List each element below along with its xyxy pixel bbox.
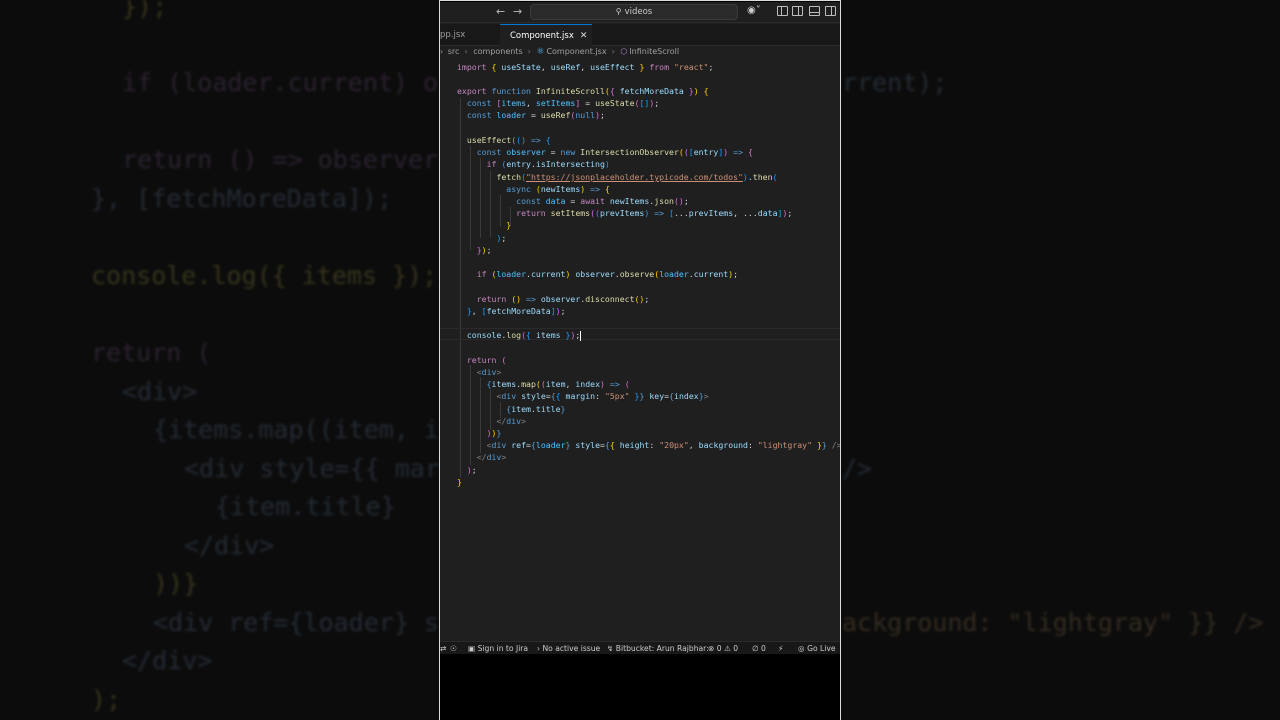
tab-app[interactable]: pp.jsx	[440, 24, 500, 46]
crumb-chevron-icon: ›	[440, 47, 444, 56]
video-frame: ← → ⚲ videos ◉˅ pp.jsx Component.jsx ✕ › s…	[439, 0, 841, 720]
code-line: if (entry.isIntersecting)	[486, 159, 610, 169]
code-line: {items.map((item, index) => (	[486, 379, 630, 389]
vscode-window: ← → ⚲ videos ◉˅ pp.jsx Component.jsx ✕ › s…	[440, 2, 840, 654]
toggle-secondary-sidebar-icon[interactable]	[825, 6, 836, 16]
ports-status[interactable]: ∅ 0	[752, 642, 766, 654]
code-line: <div>	[476, 367, 502, 377]
code-line: }	[457, 477, 462, 487]
arrow-right-icon[interactable]: →	[513, 5, 522, 18]
code-line: return (	[466, 355, 507, 365]
code-line: ))}	[486, 428, 502, 438]
code-line: );	[496, 233, 507, 243]
search-icon: ⚲	[615, 7, 622, 16]
title-bar: ← → ⚲ videos ◉˅	[440, 2, 840, 23]
bell-icon[interactable]: ⚡	[778, 642, 783, 654]
code-line: const data = await newItems.json();	[516, 196, 689, 206]
copilot-icon[interactable]: ◉˅	[747, 5, 761, 16]
error-icon: ⊗	[708, 644, 715, 653]
close-icon[interactable]: ✕	[580, 31, 588, 41]
react-icon: ⚛	[536, 47, 545, 57]
code-line: <div ref={loader} style={{ height: "20px…	[486, 440, 840, 450]
arrow-left-icon[interactable]: ←	[496, 5, 505, 18]
jira-issue[interactable]: › No active issue	[537, 642, 600, 654]
breadcrumb-file[interactable]: Component.jsx	[546, 47, 606, 56]
status-bar: ⇄ ☉ ▣ Sign in to Jira › No active issue …	[440, 641, 840, 654]
breadcrumb-src[interactable]: src	[448, 47, 460, 56]
symbol-icon: ⬡	[620, 47, 628, 56]
chevron-right-icon: ›	[537, 644, 541, 653]
ports-icon: ∅	[752, 644, 759, 653]
code-line: );	[466, 465, 477, 475]
eye-icon[interactable]: ☉	[450, 642, 457, 654]
code-line: import { useState, useRef, useEffect } f…	[457, 62, 714, 72]
code-line: return () => observer.disconnect();	[476, 294, 650, 304]
breadcrumb: › src › components › ⚛ Component.jsx › ⬡ Infi…	[440, 47, 680, 57]
code-line: </div>	[476, 452, 507, 462]
code-line: const loader = useRef(null);	[466, 110, 605, 120]
command-center-search[interactable]: ⚲ videos	[530, 4, 738, 20]
broadcast-icon: ◎	[798, 644, 805, 653]
code-line: console.log({ items });	[466, 330, 582, 341]
code-editor[interactable]: import { useState, useRef, useEffect } f…	[440, 60, 840, 642]
code-line: useEffect(() => {	[466, 135, 551, 145]
code-line: export function InfiniteScroll({ fetchMo…	[457, 86, 709, 96]
toggle-panel-icon[interactable]	[809, 6, 820, 16]
jira-icon: ▣	[468, 644, 476, 653]
code-line: {item.title}	[506, 404, 566, 414]
bitbucket-status[interactable]: ↯ Bitbucket: Arun Rajbhar:	[607, 642, 709, 654]
code-line: const [items, setItems] = useState([]);	[466, 98, 660, 108]
code-line: const observer = new IntersectionObserve…	[476, 147, 753, 157]
tab-component[interactable]: Component.jsx ✕	[500, 24, 592, 46]
branch-icon: ↯	[607, 644, 614, 653]
code-line: }, [fetchMoreData]);	[466, 306, 566, 316]
code-line: </div>	[496, 416, 527, 426]
code-line: return setItems((prevItems) => [...prevI…	[516, 208, 793, 218]
breadcrumb-symbol[interactable]: InfiniteScroll	[629, 47, 679, 56]
toggle-sidebar-icon[interactable]	[792, 6, 803, 16]
remote-icon[interactable]: ⇄	[440, 642, 446, 654]
warning-icon: ⚠	[724, 644, 731, 653]
code-line: if (loader.current) observer.observe(loa…	[476, 269, 739, 279]
code-line: fetch("https://jsonplaceholder.typicode.…	[496, 172, 778, 182]
jira-signin[interactable]: ▣ Sign in to Jira	[468, 642, 528, 654]
code-line: async (newItems) => {	[506, 184, 610, 194]
problems-status[interactable]: ⊗ 0 ⚠ 0	[708, 642, 738, 654]
code-line: }	[506, 220, 512, 230]
layout-icon[interactable]	[777, 6, 788, 16]
code-line: });	[476, 245, 492, 255]
code-line: <div style={{ margin: "5px" }} key={inde…	[496, 391, 709, 401]
breadcrumb-components[interactable]: components	[473, 47, 522, 56]
go-live-button[interactable]: ◎ Go Live	[798, 642, 836, 654]
text-cursor	[580, 330, 582, 341]
editor-tabs: pp.jsx Component.jsx ✕	[440, 24, 840, 46]
